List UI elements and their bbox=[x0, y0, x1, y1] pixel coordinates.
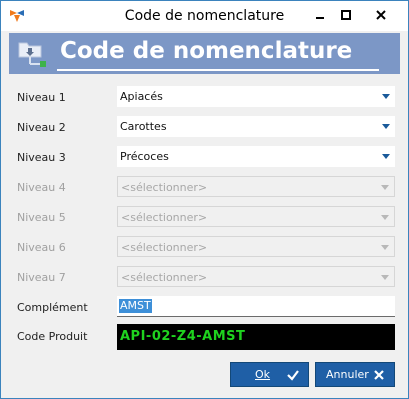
product-code-value: API-02-Z4-AMST bbox=[120, 329, 246, 344]
product-code-display: API-02-Z4-AMST bbox=[117, 324, 395, 350]
level-6-label: Niveau 6 bbox=[17, 241, 66, 254]
level-4-row: Niveau 4 <sélectionner> bbox=[17, 176, 397, 198]
maximize-button[interactable] bbox=[335, 6, 357, 24]
close-x-icon bbox=[374, 370, 384, 380]
chevron-down-icon bbox=[381, 185, 389, 190]
chevron-down-icon bbox=[381, 275, 389, 280]
cancel-button-label: Annuler bbox=[326, 368, 369, 381]
level-7-select: <sélectionner> bbox=[117, 266, 395, 287]
chevron-down-icon bbox=[381, 245, 389, 250]
cancel-button[interactable]: Annuler bbox=[315, 362, 395, 387]
product-code-row: Code Produit API-02-Z4-AMST bbox=[17, 324, 397, 352]
complement-value: AMST bbox=[119, 299, 152, 313]
level-5-value: <sélectionner> bbox=[121, 211, 208, 224]
ok-button[interactable]: Ok bbox=[230, 362, 309, 387]
product-code-label: Code Produit bbox=[17, 330, 88, 343]
chevron-down-icon[interactable] bbox=[382, 154, 390, 159]
level-7-label: Niveau 7 bbox=[17, 271, 66, 284]
minimize-icon bbox=[316, 17, 324, 19]
level-2-value: Carottes bbox=[120, 120, 167, 133]
level-6-row: Niveau 6 <sélectionner> bbox=[17, 236, 397, 258]
complement-label: Complément bbox=[17, 301, 88, 314]
level-1-label: Niveau 1 bbox=[17, 91, 66, 104]
checkmark-icon bbox=[287, 370, 299, 381]
level-1-select[interactable]: Apiacés bbox=[117, 86, 395, 107]
level-6-select: <sélectionner> bbox=[117, 236, 395, 257]
level-3-label: Niveau 3 bbox=[17, 151, 66, 164]
maximize-icon bbox=[341, 10, 351, 20]
level-3-value: Précoces bbox=[120, 150, 169, 163]
title-bar[interactable]: Code de nomenclature bbox=[1, 1, 408, 31]
page-title: Code de nomenclature bbox=[57, 36, 379, 71]
level-3-select[interactable]: Précoces bbox=[117, 146, 395, 167]
complement-field[interactable]: AMST bbox=[117, 296, 395, 317]
ok-button-label: Ok bbox=[255, 368, 271, 381]
level-6-value: <sélectionner> bbox=[121, 241, 208, 254]
level-2-label: Niveau 2 bbox=[17, 121, 66, 134]
level-5-label: Niveau 5 bbox=[17, 211, 66, 224]
level-2-select[interactable]: Carottes bbox=[117, 116, 395, 137]
chevron-down-icon bbox=[381, 215, 389, 220]
level-4-value: <sélectionner> bbox=[121, 181, 208, 194]
close-icon bbox=[376, 10, 386, 20]
minimize-button[interactable] bbox=[309, 6, 331, 24]
chevron-down-icon[interactable] bbox=[382, 124, 390, 129]
level-4-label: Niveau 4 bbox=[17, 181, 66, 194]
complement-row: Complément AMST bbox=[17, 296, 397, 318]
level-3-row: Niveau 3 Précoces bbox=[17, 146, 397, 168]
level-5-select: <sélectionner> bbox=[117, 206, 395, 227]
dialog-window: Code de nomenclature Code de nomenclatur… bbox=[0, 0, 409, 399]
level-7-value: <sélectionner> bbox=[121, 271, 208, 284]
level-1-value: Apiacés bbox=[120, 90, 163, 103]
level-4-select: <sélectionner> bbox=[117, 176, 395, 197]
chevron-down-icon[interactable] bbox=[382, 94, 390, 99]
close-window-button[interactable] bbox=[363, 6, 399, 24]
hierarchy-icon bbox=[18, 42, 46, 67]
level-1-row: Niveau 1 Apiacés bbox=[17, 86, 397, 108]
level-2-row: Niveau 2 Carottes bbox=[17, 116, 397, 138]
level-7-row: Niveau 7 <sélectionner> bbox=[17, 266, 397, 288]
header-banner: Code de nomenclature bbox=[9, 33, 400, 74]
level-5-row: Niveau 5 <sélectionner> bbox=[17, 206, 397, 228]
